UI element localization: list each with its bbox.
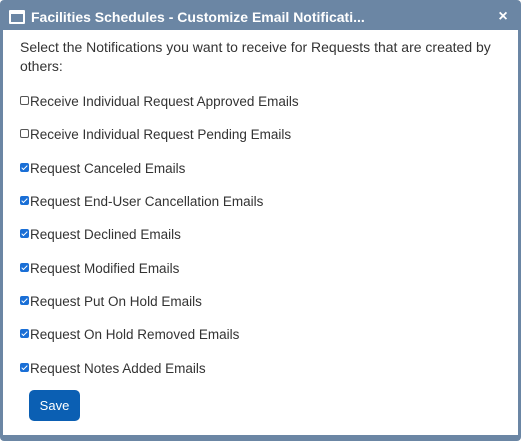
checkbox[interactable] — [20, 129, 29, 139]
checkbox[interactable] — [20, 196, 29, 206]
option-put-on-hold-emails[interactable]: Request Put On Hold Emails — [20, 285, 501, 318]
checkbox[interactable] — [20, 362, 29, 372]
option-declined-emails[interactable]: Request Declined Emails — [20, 218, 501, 251]
option-label: Request On Hold Removed Emails — [30, 327, 240, 343]
checkbox[interactable] — [20, 229, 29, 239]
option-label: Request Canceled Emails — [30, 160, 186, 176]
checkbox[interactable] — [20, 96, 29, 106]
option-label: Request Declined Emails — [30, 227, 181, 243]
option-label: Request End-User Cancellation Emails — [30, 194, 264, 210]
option-modified-emails[interactable]: Request Modified Emails — [20, 251, 501, 284]
checkbox[interactable] — [20, 295, 29, 305]
intro-text: Select the Notifications you want to rec… — [20, 39, 491, 74]
dialog-title: Facilities Schedules - Customize Email N… — [31, 8, 365, 25]
checkbox[interactable] — [20, 162, 29, 172]
option-notes-added-emails[interactable]: Request Notes Added Emails — [20, 351, 501, 384]
checkbox[interactable] — [20, 262, 29, 272]
option-end-user-cancellation-emails[interactable]: Request End-User Cancellation Emails — [20, 185, 501, 218]
option-label: Receive Individual Request Approved Emai… — [30, 94, 299, 110]
option-approved-emails[interactable]: Receive Individual Request Approved Emai… — [20, 85, 501, 118]
option-on-hold-removed-emails[interactable]: Request On Hold Removed Emails — [20, 318, 501, 351]
option-label: Request Notes Added Emails — [30, 360, 206, 376]
close-icon[interactable]: × — [494, 8, 512, 26]
option-label: Request Put On Hold Emails — [30, 293, 202, 309]
option-label: Receive Individual Request Pending Email… — [30, 127, 292, 143]
option-label: Request Modified Emails — [30, 260, 180, 276]
option-canceled-emails[interactable]: Request Canceled Emails — [20, 152, 501, 185]
dialog-content: Select the Notifications you want to rec… — [3, 30, 518, 435]
checkbox[interactable] — [20, 329, 29, 339]
save-button[interactable]: Save — [29, 389, 80, 421]
window-icon — [9, 9, 25, 24]
email-notifications-dialog: Facilities Schedules - Customize Email N… — [0, 0, 521, 441]
dialog-titlebar: Facilities Schedules - Customize Email N… — [3, 3, 518, 30]
option-pending-emails[interactable]: Receive Individual Request Pending Email… — [20, 118, 501, 151]
